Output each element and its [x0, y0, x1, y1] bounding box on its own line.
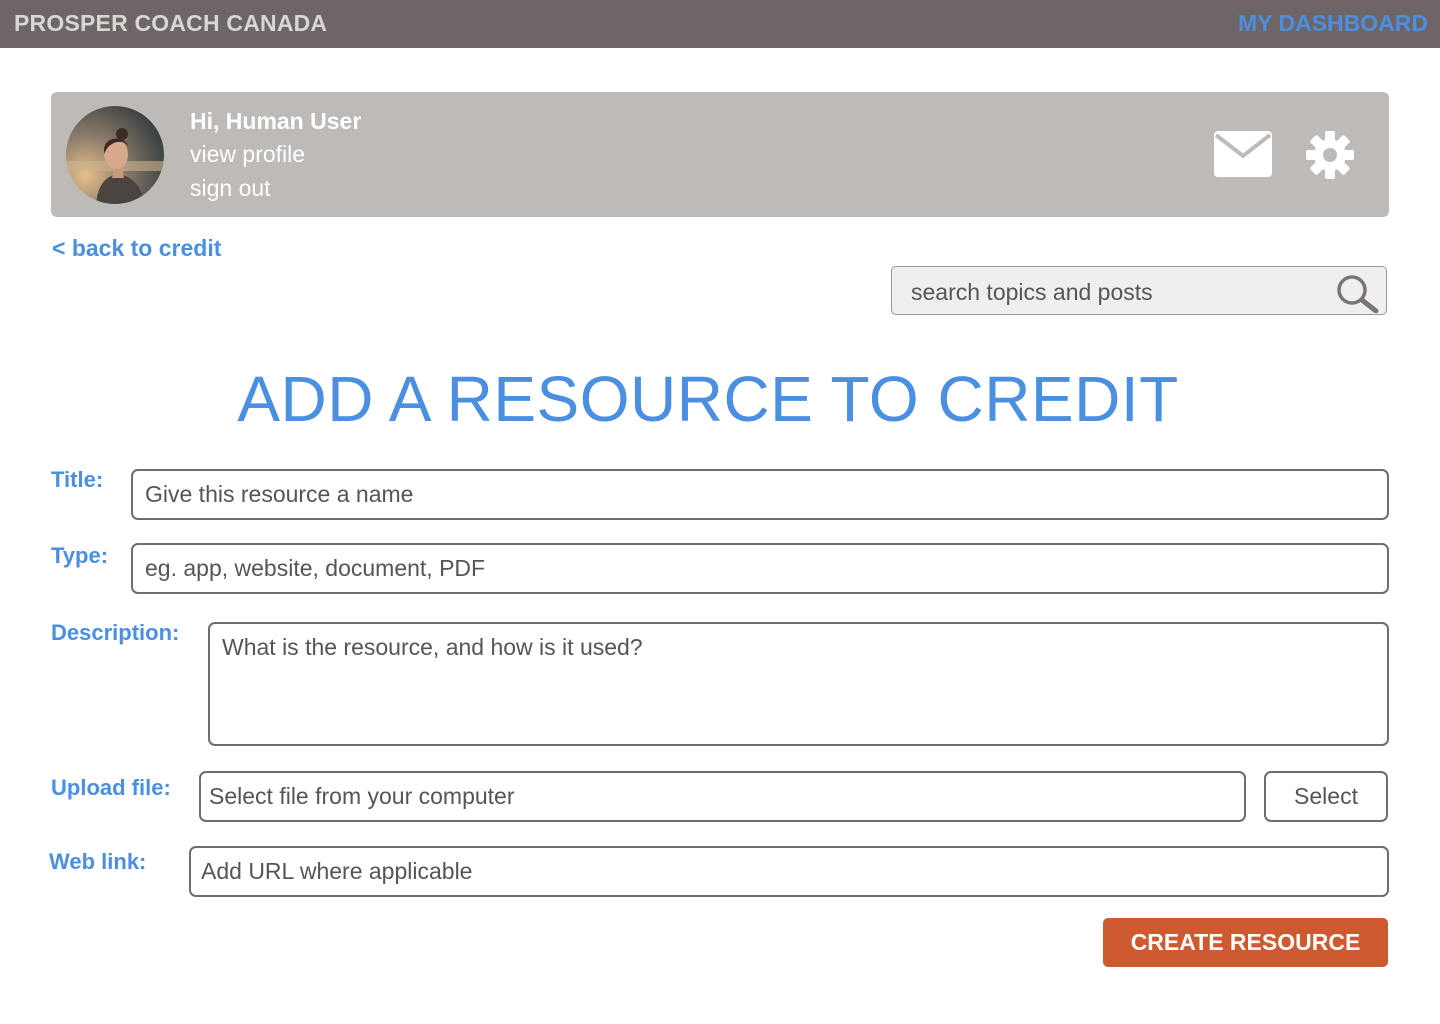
search-icon[interactable] [1332, 273, 1380, 314]
search-input[interactable] [909, 275, 1323, 309]
web-link-field[interactable] [189, 846, 1389, 897]
avatar[interactable] [66, 106, 164, 204]
envelope-icon[interactable] [1213, 130, 1273, 178]
web-link-label: Web link: [49, 849, 147, 874]
search-bar [891, 266, 1387, 315]
description-label: Description: [51, 620, 180, 645]
greeting-text: Hi, Human User [190, 108, 362, 134]
brand-name: PROSPER COACH CANADA [14, 10, 328, 36]
description-field[interactable] [208, 622, 1389, 746]
create-resource-button[interactable]: CREATE RESOURCE [1103, 918, 1388, 967]
title-label: Title: [51, 467, 104, 492]
type-field[interactable] [131, 543, 1389, 594]
upload-file-label: Upload file: [51, 775, 171, 800]
select-file-button[interactable]: Select [1264, 771, 1388, 822]
page-title: ADD A RESOURCE TO CREDIT [237, 363, 1179, 435]
profile-card: Hi, Human User view profile sign out [51, 92, 1389, 217]
sign-out-link[interactable]: sign out [190, 175, 271, 202]
top-bar: PROSPER COACH CANADA MY DASHBOARD [0, 0, 1440, 48]
type-label: Type: [51, 543, 109, 568]
view-profile-link[interactable]: view profile [190, 141, 305, 168]
title-field[interactable] [131, 469, 1389, 520]
upload-file-field[interactable] [199, 771, 1246, 822]
back-to-credit-link[interactable]: < back to credit [52, 235, 221, 262]
my-dashboard-link[interactable]: MY DASHBOARD [1238, 10, 1428, 37]
gear-icon[interactable] [1305, 130, 1355, 180]
